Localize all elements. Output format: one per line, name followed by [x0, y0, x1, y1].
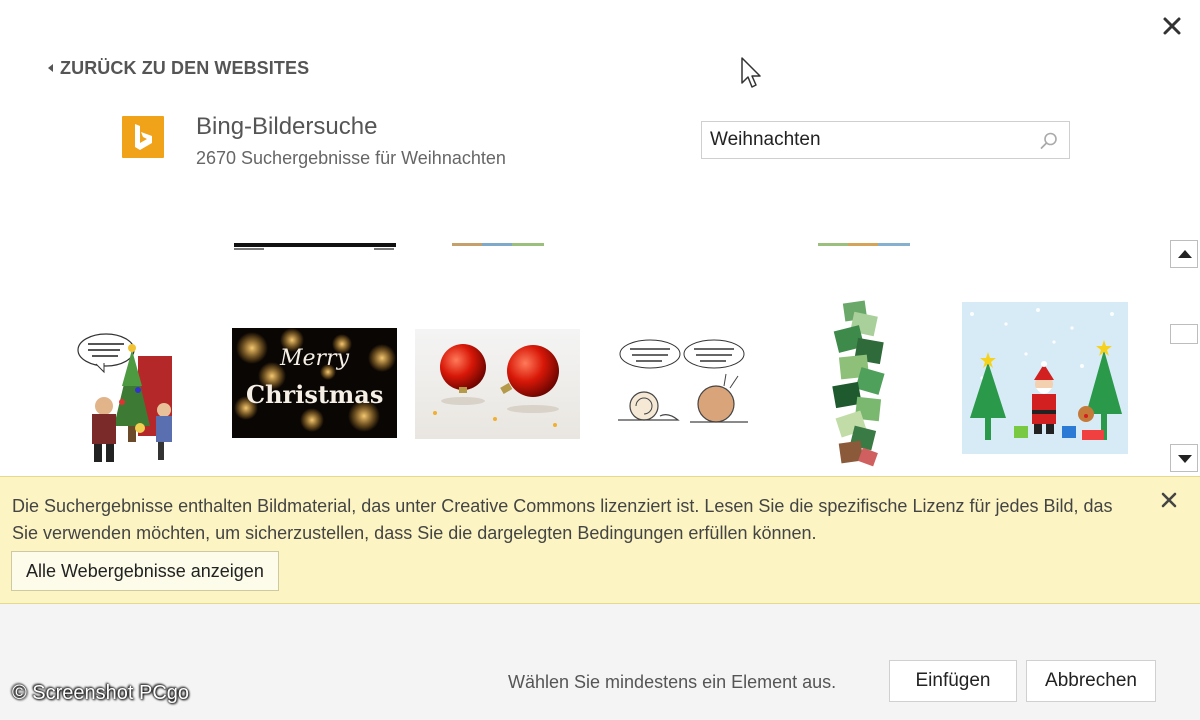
image-result-merry-christmas[interactable]: Merry Christmas: [232, 328, 397, 438]
image-result-red-baubles[interactable]: [415, 329, 580, 439]
result-count: 2670 Suchergebnisse für Weihnachten: [196, 148, 506, 168]
image-result-cartoon-tree[interactable]: [74, 316, 184, 466]
merry-text: Merry: [280, 346, 350, 371]
back-link-label: ZURÜCK ZU DEN WEBSITES: [60, 57, 310, 78]
search-icon[interactable]: [1039, 131, 1059, 151]
license-notice-bar: Die Suchergebnisse enthalten Bildmateria…: [0, 476, 1200, 604]
bing-logo-icon: [122, 116, 164, 158]
watermark: © Screenshot PCgo: [12, 682, 190, 704]
scroll-down-button[interactable]: [1170, 444, 1198, 472]
chevron-left-icon: [48, 64, 53, 72]
christmas-text: Christmas: [246, 380, 384, 409]
mouse-cursor-icon: [741, 57, 761, 88]
scroll-up-button[interactable]: [1170, 240, 1198, 268]
provider-title: Bing-Bildersuche: [196, 113, 378, 140]
insert-button[interactable]: Einfügen: [889, 660, 1017, 702]
search-input[interactable]: [702, 122, 1032, 158]
thumbnail-remnant[interactable]: [818, 238, 910, 246]
back-to-websites-link[interactable]: ZURÜCK ZU DEN WEBSITES: [48, 56, 309, 80]
close-icon[interactable]: [1158, 489, 1180, 511]
show-all-web-results-button[interactable]: Alle Webergebnisse anzeigen: [11, 551, 279, 591]
image-result-green-collage[interactable]: [822, 300, 896, 468]
search-field[interactable]: [701, 121, 1070, 159]
image-result-snail-cartoon[interactable]: [598, 336, 763, 432]
image-results-grid: Merry Christmas: [0, 290, 1160, 476]
selection-hint: Wählen Sie mindestens ein Element aus.: [508, 672, 837, 692]
thumbnail-remnant[interactable]: [234, 238, 396, 250]
scrollbar-thumb[interactable]: [1170, 324, 1198, 344]
license-notice-text: Die Suchergebnisse enthalten Bildmateria…: [12, 496, 1113, 543]
close-icon[interactable]: [1158, 12, 1186, 40]
arrow-down-icon: [1178, 455, 1192, 463]
arrow-up-icon: [1178, 250, 1192, 258]
cancel-button[interactable]: Abbrechen: [1026, 660, 1156, 702]
image-result-santa-trees[interactable]: [962, 302, 1128, 454]
thumbnail-remnant[interactable]: [452, 238, 544, 246]
